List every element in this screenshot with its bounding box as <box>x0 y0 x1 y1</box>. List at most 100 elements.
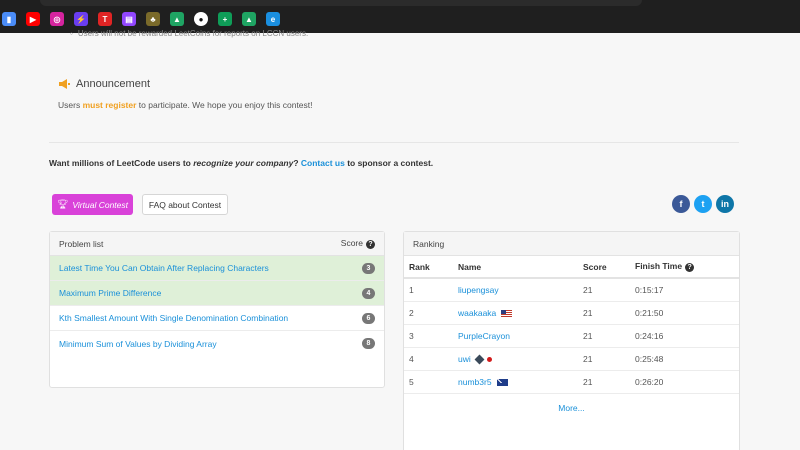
google-drive-2-icon[interactable]: ▲ <box>242 12 256 26</box>
more-link[interactable]: More... <box>404 403 739 413</box>
finish-time-cell-text: 0:24:16 <box>635 330 664 341</box>
ranking-title: Ranking <box>413 238 445 249</box>
announcement-text-before: Users <box>58 100 83 110</box>
score-cell: 21 <box>578 370 630 394</box>
ranking-row: 2 waakaaka 21 0:21:50 <box>404 301 739 325</box>
help-icon[interactable]: ? <box>685 262 695 272</box>
rank-cell: 3 <box>404 324 453 348</box>
problem-score-badge: 6 <box>362 312 375 324</box>
ranking-rows: 1 liupengsay 21 0:15:17 2 waakaaka 21 0:21:50 3 P… <box>404 278 739 394</box>
finish-time-cell: 0:15:17 <box>630 278 739 302</box>
us-flag-icon <box>501 309 513 317</box>
sponsor-emphasis: recognize your company <box>193 158 294 168</box>
sponsor-part3: to sponsor a contest. <box>344 158 434 168</box>
name-column-header: Name <box>453 256 578 279</box>
ranking-row: 5 numb3r5 21 0:26:20 <box>404 370 739 394</box>
ranking-row: 3 PurpleCrayon 21 0:24:16 <box>404 324 739 348</box>
finish-time-label: Finish Time <box>635 261 683 272</box>
bolt-icon[interactable]: ⚡ <box>74 12 88 26</box>
instagram-icon[interactable]: ◎ <box>50 12 64 26</box>
announcement-text: Users must register to participate. We h… <box>58 100 313 110</box>
problem-title-link[interactable]: Kth Smallest Amount With Single Denomina… <box>59 313 288 323</box>
score-header-label: Score <box>340 238 363 249</box>
tuf-icon[interactable]: T <box>98 12 112 26</box>
australia-flag-icon <box>496 378 508 386</box>
rank-cell-text: 1 <box>409 284 414 295</box>
problem-row[interactable]: Minimum Sum of Values by Dividing Array 8 <box>50 331 384 356</box>
ranking-table-header: Rank Name Score Finish Time? <box>404 256 739 279</box>
sponsor-text: Want millions of LeetCode users to recog… <box>49 158 433 168</box>
github-icon[interactable]: ● <box>194 12 208 26</box>
score-cell: 21 <box>578 278 630 302</box>
sponsor-part1: Want millions of LeetCode users to <box>49 158 194 168</box>
ranking-row: 4 uwi 21 0:25:48 <box>404 347 739 371</box>
problem-title-link[interactable]: Maximum Prime Difference <box>59 288 161 298</box>
score-cell: 21 <box>578 347 630 371</box>
facebook-share-icon[interactable]: f <box>672 195 690 213</box>
announcement-text-after: to participate. We hope you enjoy this c… <box>136 100 313 110</box>
rank-cell-text: 3 <box>409 330 414 341</box>
rules-cut-text: ◦ Users will not be rewarded LeetCoins fo… <box>70 29 309 38</box>
rank-column-header: Rank <box>404 256 453 279</box>
finish-time-cell-text: 0:26:20 <box>635 376 664 387</box>
sheets-icon[interactable]: + <box>218 12 232 26</box>
problem-score-badge: 4 <box>362 287 375 299</box>
user-name-link-text[interactable]: PurpleCrayon <box>458 331 510 341</box>
twitch-icon[interactable]: ▤ <box>122 12 136 26</box>
user-name-link-text[interactable]: liupengsay <box>458 285 499 295</box>
japan-flag-icon <box>486 356 492 362</box>
twitter-share-icon[interactable]: t <box>694 195 712 213</box>
announcement-section: Announcement Users must register to part… <box>58 78 313 110</box>
finish-time-cell: 0:25:48 <box>630 347 739 371</box>
score-cell-text: 21 <box>583 353 593 364</box>
sponsor-part2: ? <box>293 158 301 168</box>
linkedin-share-icon[interactable]: in <box>716 195 734 213</box>
faq-button[interactable]: FAQ about Contest <box>142 194 228 215</box>
analytics-icon[interactable]: ▮ <box>2 12 16 26</box>
youtube-icon[interactable]: ▶ <box>26 12 40 26</box>
user-name-link[interactable]: liupengsay <box>453 278 578 302</box>
rank-cell: 2 <box>404 301 453 325</box>
virtual-contest-label: Virtual Contest <box>72 199 129 210</box>
virtual-contest-button[interactable]: 🏆︎ Virtual Contest <box>52 194 133 215</box>
finish-time-column-header: Finish Time? <box>630 256 739 279</box>
help-icon[interactable]: ? <box>366 239 375 249</box>
ranking-panel: Ranking Rank Name Score Finish Time? 1 li… <box>403 231 740 450</box>
score-cell: 21 <box>578 301 630 325</box>
google-drive-icon[interactable]: ▲ <box>170 12 184 26</box>
problem-list-panel: Problem list Score? Latest Time You Can … <box>49 231 385 388</box>
problem-row[interactable]: Kth Smallest Amount With Single Denomina… <box>50 306 384 331</box>
user-name-link[interactable]: PurpleCrayon <box>453 324 578 348</box>
user-name-link[interactable]: waakaaka <box>453 301 578 325</box>
rank-cell-text: 4 <box>409 353 414 364</box>
problem-title-link[interactable]: Latest Time You Can Obtain After Replaci… <box>59 263 269 273</box>
problem-list-title: Problem list <box>59 238 104 249</box>
ranking-row: 1 liupengsay 21 0:15:17 <box>404 278 739 302</box>
rank-cell: 1 <box>404 278 453 302</box>
trophy-icon: 🏆︎ <box>56 199 69 209</box>
finish-time-cell: 0:24:16 <box>630 324 739 348</box>
finish-time-cell-text: 0:21:50 <box>635 307 664 318</box>
problem-row[interactable]: Maximum Prime Difference 4 <box>50 281 384 306</box>
megaphone-icon <box>59 79 70 89</box>
contact-us-link[interactable]: Contact us <box>301 158 345 168</box>
rank-cell: 5 <box>404 370 453 394</box>
user-name-link[interactable]: numb3r5 <box>453 370 578 394</box>
edge-icon[interactable]: e <box>266 12 280 26</box>
faq-label: FAQ about Contest <box>148 199 222 210</box>
score-cell: 21 <box>578 324 630 348</box>
cube-badge-icon <box>474 354 485 365</box>
problem-list-header: Problem list Score? <box>50 232 384 256</box>
user-name-link-text[interactable]: uwi <box>458 354 471 364</box>
user-name-link-text[interactable]: waakaaka <box>458 308 496 318</box>
rank-cell-text: 2 <box>409 307 414 318</box>
user-name-link[interactable]: uwi <box>453 347 578 371</box>
score-cell-text: 21 <box>583 284 593 295</box>
tab-strip-edge <box>40 0 642 6</box>
user-name-link-text[interactable]: numb3r5 <box>458 377 492 387</box>
problem-title-link[interactable]: Minimum Sum of Values by Dividing Array <box>59 339 217 349</box>
rank-cell: 4 <box>404 347 453 371</box>
score-header: Score? <box>340 238 375 249</box>
problem-row[interactable]: Latest Time You Can Obtain After Replaci… <box>50 256 384 281</box>
game-icon[interactable]: ♣ <box>146 12 160 26</box>
